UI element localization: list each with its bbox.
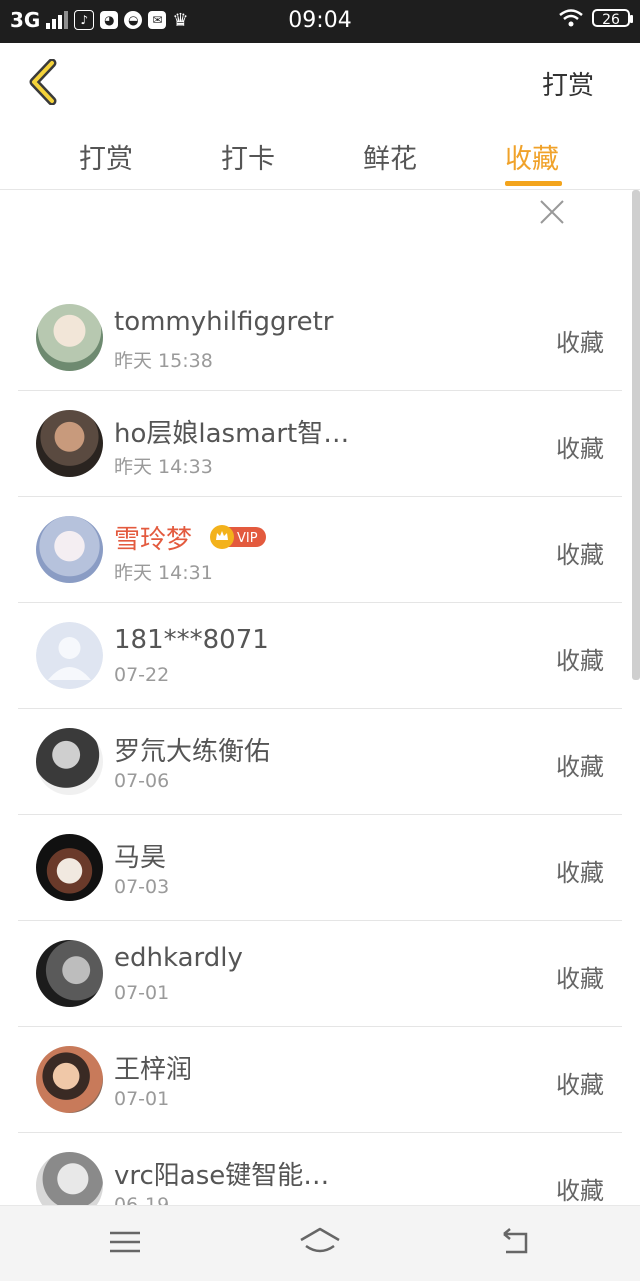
- list-item[interactable]: ho层娘lasmart智… 昨天 14:33 收藏: [18, 391, 622, 497]
- tab-favorites[interactable]: 收藏: [505, 137, 559, 176]
- battery-icon: 26: [592, 9, 633, 28]
- favorite-label[interactable]: 收藏: [556, 323, 604, 358]
- user-name: 马昊: [114, 843, 167, 873]
- user-name: 王梓润: [114, 1055, 193, 1085]
- favorite-label[interactable]: 收藏: [556, 641, 604, 676]
- item-time: 昨天 14:33: [114, 456, 213, 478]
- wifi-icon: [559, 9, 583, 27]
- user-name: edhkardly: [114, 943, 243, 973]
- user-name: 雪玲梦: [114, 525, 193, 555]
- vip-badge: VIP: [210, 525, 266, 549]
- status-right: 26: [558, 9, 633, 28]
- avatar: [36, 410, 103, 477]
- favorite-label[interactable]: 收藏: [556, 535, 604, 570]
- scrollbar[interactable]: [632, 190, 640, 680]
- item-time: 07-01: [114, 982, 170, 1004]
- favorites-list: tommyhilfiggretr 昨天 15:38 收藏 ho层娘lasmart…: [18, 285, 622, 1238]
- reward-link[interactable]: 打赏: [542, 65, 594, 102]
- default-avatar-icon: [36, 622, 103, 689]
- system-nav-bar: [0, 1205, 640, 1281]
- vip-label: VIP: [237, 531, 258, 546]
- avatar: [36, 516, 103, 583]
- list-item[interactable]: 雪玲梦 VIP 昨天 14:31 收藏: [18, 497, 622, 603]
- avatar: [36, 1046, 103, 1113]
- item-time: 07-22: [114, 664, 170, 686]
- favorite-label[interactable]: 收藏: [556, 959, 604, 994]
- favorite-label[interactable]: 收藏: [556, 1171, 604, 1206]
- avatar: [36, 940, 103, 1007]
- tab-bar: 打赏 打卡 鲜花 收藏: [0, 121, 640, 190]
- user-name: tommyhilfiggretr: [114, 307, 334, 337]
- menu-icon[interactable]: [105, 1226, 145, 1258]
- tab-flowers[interactable]: 鲜花: [363, 137, 417, 176]
- user-name: vrc阳ase键智能…: [114, 1161, 330, 1191]
- avatar: [36, 728, 103, 795]
- favorite-label[interactable]: 收藏: [556, 1065, 604, 1100]
- item-time: 昨天 15:38: [114, 350, 213, 372]
- favorite-label[interactable]: 收藏: [556, 747, 604, 782]
- active-tab-indicator: [505, 181, 562, 186]
- list-item[interactable]: edhkardly 07-01 收藏: [18, 921, 622, 1027]
- list-item[interactable]: 马昊 07-03 收藏: [18, 815, 622, 921]
- status-time: 09:04: [288, 8, 352, 33]
- tab-checkin[interactable]: 打卡: [221, 137, 275, 176]
- item-time: 07-01: [114, 1088, 170, 1110]
- item-time: 昨天 14:31: [114, 562, 213, 584]
- battery-level: 26: [602, 12, 620, 28]
- item-time: 07-03: [114, 876, 170, 898]
- item-time: 07-06: [114, 770, 170, 792]
- list-item[interactable]: tommyhilfiggretr 昨天 15:38 收藏: [18, 285, 622, 391]
- user-name: ho层娘lasmart智…: [114, 419, 350, 449]
- avatar: [36, 304, 103, 371]
- user-name: 181***8071: [114, 625, 269, 655]
- tab-reward[interactable]: 打赏: [79, 137, 133, 176]
- list-item[interactable]: 罗氘大练衡佑 07-06 收藏: [18, 709, 622, 815]
- status-bar: 3G ♪ ◕ ◒ ✉ ♛ 09:04 26: [0, 0, 640, 43]
- nav-bar: 打赏: [0, 43, 640, 121]
- user-name: 罗氘大练衡佑: [114, 737, 271, 767]
- chevron-left-icon[interactable]: [24, 59, 64, 105]
- close-icon[interactable]: [538, 198, 566, 226]
- favorite-label[interactable]: 收藏: [556, 853, 604, 888]
- home-icon[interactable]: [298, 1226, 342, 1258]
- favorite-label[interactable]: 收藏: [556, 429, 604, 464]
- list-item[interactable]: 王梓润 07-01 收藏: [18, 1027, 622, 1133]
- avatar: [36, 834, 103, 901]
- list-item[interactable]: 181***8071 07-22 收藏: [18, 603, 622, 709]
- back-icon[interactable]: [496, 1226, 536, 1258]
